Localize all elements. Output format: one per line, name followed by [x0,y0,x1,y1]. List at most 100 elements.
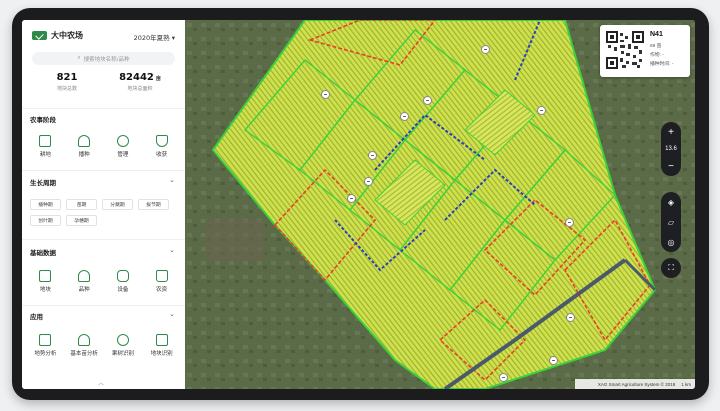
field-marker-icon[interactable] [481,45,490,54]
stat-label: 地块总面积 [127,86,153,92]
item-label: 播种 [78,152,90,158]
app-fruit-tree-recognition[interactable]: 果树识别 [105,334,141,357]
field-marker-icon[interactable] [537,106,546,115]
sowing-icon [78,135,91,147]
season-select[interactable]: 2020年夏熟 ▾ [134,32,175,42]
variety-icon [78,270,91,282]
layers-icon[interactable]: ◈ [661,192,681,212]
apps-row: 地势分析 基本苗分析 果树识别 地块识别 [26,334,181,357]
section-title-apps: 应用 [30,313,43,321]
section-title-growth-cycle: 生长周期 [30,179,56,187]
stat-plot-count: 821 地块总数 [32,72,102,92]
caret-down-icon: ▾ [171,34,175,42]
field-marker-icon[interactable] [321,90,330,99]
sowing-time-label: 播种时间: [650,62,671,67]
satellite-map[interactable]: N41 69 亩 作物: - 播种时间: - + 13.6 − ◈ ▱ ◎ ⛶ … [185,20,695,389]
plot-sowing-time: 播种时间: - [650,60,673,67]
chip-jointing-period[interactable]: 拔节期 [138,199,169,210]
apps-chevron-icon[interactable]: ⌄ [169,310,175,318]
farming-stage-management[interactable]: 管理 [105,135,141,158]
seedling-analysis-icon [78,334,91,346]
divider [22,108,185,109]
field-marker-icon[interactable] [423,96,432,105]
device-icon [116,270,129,282]
item-label: 地块 [39,287,51,293]
divider [22,239,185,240]
zoom-out-button[interactable]: − [661,156,681,176]
app-seedling-analysis[interactable]: 基本苗分析 [66,334,102,357]
plot-info-card[interactable]: N41 69 亩 作物: - 播种时间: - [600,25,690,77]
farm-logo-icon [32,31,47,40]
field-marker-icon[interactable] [549,356,558,365]
farm-name: 大中农场 [51,31,83,40]
item-label: 农资 [156,287,168,293]
field-marker-icon[interactable] [566,313,575,322]
zoom-control: + 13.6 − [661,122,681,176]
section-title-farming-stage: 农事阶段 [30,116,56,124]
app-terrain-analysis[interactable]: 地势分析 [27,334,63,357]
crop-value: - [662,53,664,58]
item-label: 品种 [78,287,90,293]
farming-stage-sowing[interactable]: 播种 [66,135,102,158]
divider [22,170,185,171]
harvest-icon [155,135,168,147]
basic-data-device[interactable]: 设备 [105,270,141,293]
plot-area: 69 亩 [650,44,662,49]
zoom-level: 13.6 [665,146,677,152]
fullscreen-control: ⛶ [661,258,681,278]
qr-code-icon [606,31,644,69]
stat-value: 821 [56,72,78,83]
farm-brand[interactable]: 大中农场 [32,30,83,41]
plot-id: N41 [650,31,663,38]
basic-data-plot[interactable]: 地块 [27,270,63,293]
item-label: 设备 [117,287,129,293]
field-marker-icon[interactable] [499,373,508,382]
sowing-time-value: - [671,62,674,67]
map-credit: XAG Smart Agriculture System © 2019 [597,381,676,387]
item-label: 地块识别 [150,351,173,357]
item-label: 果树识别 [111,351,134,357]
item-label: 收获 [156,152,168,158]
stat-unit: 亩 [155,76,161,82]
chip-booting-period[interactable]: 孕穗期 [66,215,97,226]
basic-data-variety[interactable]: 品种 [66,270,102,293]
chip-tillering-period[interactable]: 分蘖期 [102,199,133,210]
field-marker-icon[interactable] [565,218,574,227]
field-marker-icon[interactable] [368,151,377,160]
item-label: 地势分析 [34,351,57,357]
supplies-icon [155,270,168,282]
stat-value: 82442 [119,72,154,83]
fullscreen-icon[interactable]: ⛶ [661,258,681,278]
village-area [205,220,265,260]
field-marker-icon[interactable] [347,194,356,203]
field-marker-icon[interactable] [400,112,409,121]
field-marker-icon[interactable] [364,177,373,186]
basic-data-supplies[interactable]: 农资 [144,270,180,293]
map-tools: ◈ ▱ ◎ [661,192,681,252]
chip-sowing-period[interactable]: 播种期 [30,199,61,210]
management-icon [116,135,129,147]
farming-stage-tillage[interactable]: 耕地 [27,135,63,158]
fruit-tree-icon [116,334,129,346]
locate-icon[interactable]: ◎ [661,232,681,252]
item-label: 管理 [117,152,129,158]
zoom-in-button[interactable]: + [661,122,681,142]
plot-icon [39,270,52,282]
plot-recognition-icon [155,334,168,346]
growth-cycle-chips: 播种期 苗期 分蘖期 拔节期 创叶期 孕穗期 [30,199,180,226]
ruler-icon[interactable]: ▱ [661,212,681,232]
crop-label: 作物: [650,53,661,58]
growth-cycle-chevron-icon[interactable]: ⌄ [169,176,175,184]
chip-seedling-period[interactable]: 苗期 [66,199,97,210]
item-label: 基本苗分析 [70,351,98,357]
app-screen: 大中农场 2020年夏熟 ▾ ⌕ 搜索地块名称/品种 821 地块总数 8244… [22,20,695,389]
stat-total-area: 82442 亩 地块总面积 [105,72,175,92]
app-plot-recognition[interactable]: 地块识别 [144,334,180,357]
basic-data-chevron-icon[interactable]: ⌄ [169,246,175,254]
search-input[interactable]: ⌕ 搜索地块名称/品种 [32,52,175,65]
terrain-analysis-icon [39,334,52,346]
chevron-up-icon[interactable]: ︿ [98,378,104,387]
chip-leaf-period[interactable]: 创叶期 [30,215,61,226]
farming-stage-harvest[interactable]: 收获 [144,135,180,158]
season-label: 2020年夏熟 [133,34,170,42]
